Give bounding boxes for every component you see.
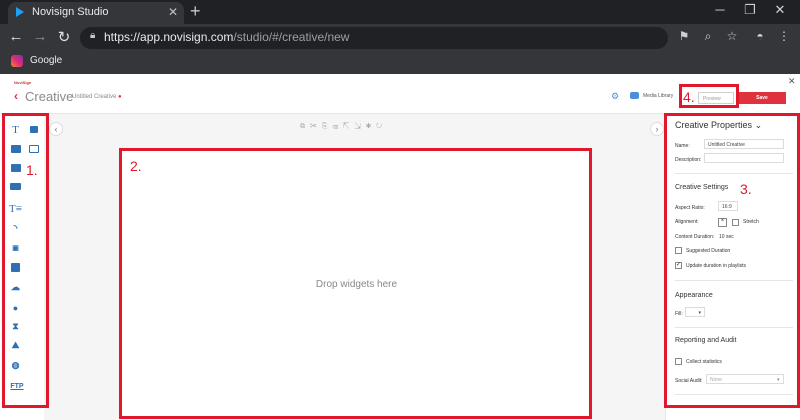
back-icon[interactable]: ←	[8, 28, 24, 45]
menu-icon[interactable]: ⋮	[776, 29, 792, 43]
bring-front-icon[interactable]: ⇱	[343, 123, 354, 130]
delete-icon[interactable]: ⌫	[332, 123, 343, 130]
bookmarks-bar: Google	[0, 52, 800, 74]
address-bar[interactable]: 🔒︎ https://app.novisign.com/studio/#/cre…	[80, 27, 668, 49]
bookmark-star-icon[interactable]: ☆	[724, 29, 740, 43]
media-library-link[interactable]: Media Library	[643, 93, 673, 99]
cut-icon[interactable]: ✂	[310, 123, 322, 130]
extension-icon[interactable]: ⚑	[676, 29, 692, 43]
creative-name[interactable]: Untitled Creative ●	[72, 94, 122, 100]
camera-icon[interactable]	[630, 92, 639, 99]
collapse-right-chevron-icon[interactable]: ›	[650, 122, 664, 136]
incognito-icon[interactable]: ◓	[752, 29, 768, 43]
save-button[interactable]: Save	[738, 92, 786, 104]
logo: NoviSign	[14, 80, 32, 85]
bookmark-google[interactable]: Google	[30, 55, 62, 66]
back-chevron-icon[interactable]: ‹	[14, 89, 18, 103]
collapse-left-chevron-icon[interactable]: ‹	[49, 122, 63, 136]
annotation-label-3: 3.	[740, 181, 752, 197]
paste-icon[interactable]: ⎘	[322, 123, 333, 130]
app-close-icon[interactable]: ✕	[788, 76, 796, 87]
new-tab-icon[interactable]: +	[190, 1, 201, 22]
minimize-icon[interactable]: ─	[712, 2, 728, 17]
annotation-label-4: 4.	[683, 89, 695, 105]
annotation-box-1	[2, 113, 49, 408]
url-path: /studio/#/creative/new	[233, 30, 350, 44]
zoom-icon[interactable]: ⌕	[700, 29, 716, 44]
reload-icon[interactable]: ↻	[56, 28, 72, 46]
tab-close-icon[interactable]: ✕	[168, 5, 178, 19]
tab-title: Novisign Studio	[32, 6, 109, 18]
browser-tabstrip: Novisign Studio ✕ + ─ ❐ ✕	[0, 0, 800, 24]
redo-icon[interactable]: ↻	[376, 123, 387, 130]
window-close-icon[interactable]: ✕	[772, 2, 788, 18]
send-back-icon[interactable]: ⇲	[354, 123, 365, 130]
annotation-label-1: 1.	[26, 162, 38, 178]
annotation-label-2: 2.	[130, 158, 142, 174]
url-text: https://app.novisign.com/studio/#/creati…	[104, 30, 350, 44]
restore-icon[interactable]: ❐	[742, 2, 758, 18]
align-icon[interactable]: ✱	[366, 123, 376, 130]
settings-gear-icon[interactable]: ⚙	[611, 91, 619, 102]
browser-tab[interactable]: Novisign Studio ✕	[8, 2, 184, 24]
play-icon	[16, 7, 24, 17]
edit-toolbar: ⧉✂⎘⌫⇱⇲✱↻	[300, 123, 387, 131]
browser-toolbar: ← → ↻ 🔒︎ https://app.novisign.com/studio…	[0, 24, 800, 52]
copy-icon[interactable]: ⧉	[300, 123, 310, 130]
lock-icon: 🔒︎	[90, 30, 96, 41]
instagram-icon	[11, 55, 23, 67]
annotation-box-3	[664, 113, 800, 408]
forward-icon[interactable]: →	[32, 28, 48, 45]
page-title: Creative	[25, 89, 74, 104]
annotation-box-2	[119, 148, 592, 419]
